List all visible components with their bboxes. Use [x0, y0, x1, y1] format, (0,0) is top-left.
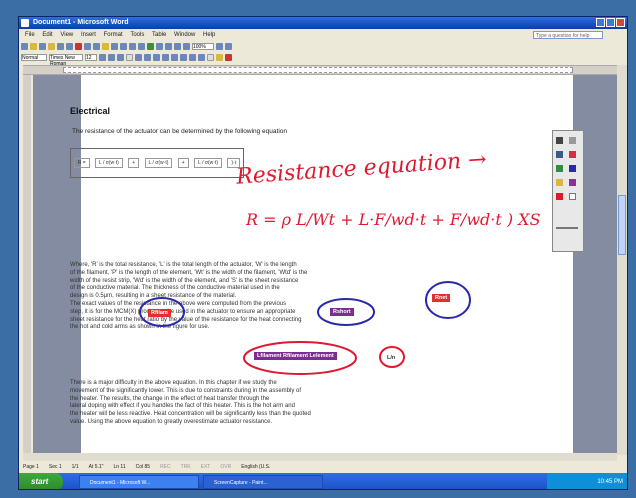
divider	[556, 227, 578, 229]
ink-circle-length	[243, 341, 357, 375]
highlighter-icon[interactable]	[556, 151, 563, 158]
eraser-icon[interactable]	[569, 137, 576, 144]
color-red-icon[interactable]	[569, 151, 576, 158]
color-green-icon[interactable]	[556, 165, 563, 172]
ink-circle-rshort	[317, 298, 375, 326]
ink-circle-rfilam	[139, 297, 185, 327]
color-blue-icon[interactable]	[569, 165, 576, 172]
color-purple-icon[interactable]	[569, 179, 576, 186]
ink-circle-rnet	[425, 281, 471, 319]
pen-icon[interactable]	[556, 137, 563, 144]
ink-toolbar	[552, 130, 584, 252]
color-yellow-icon[interactable]	[556, 179, 563, 186]
ink-circles	[139, 281, 471, 375]
lasso-icon[interactable]	[569, 193, 576, 200]
ink-circle-ln	[379, 346, 405, 368]
selected-color-icon[interactable]	[556, 193, 563, 200]
